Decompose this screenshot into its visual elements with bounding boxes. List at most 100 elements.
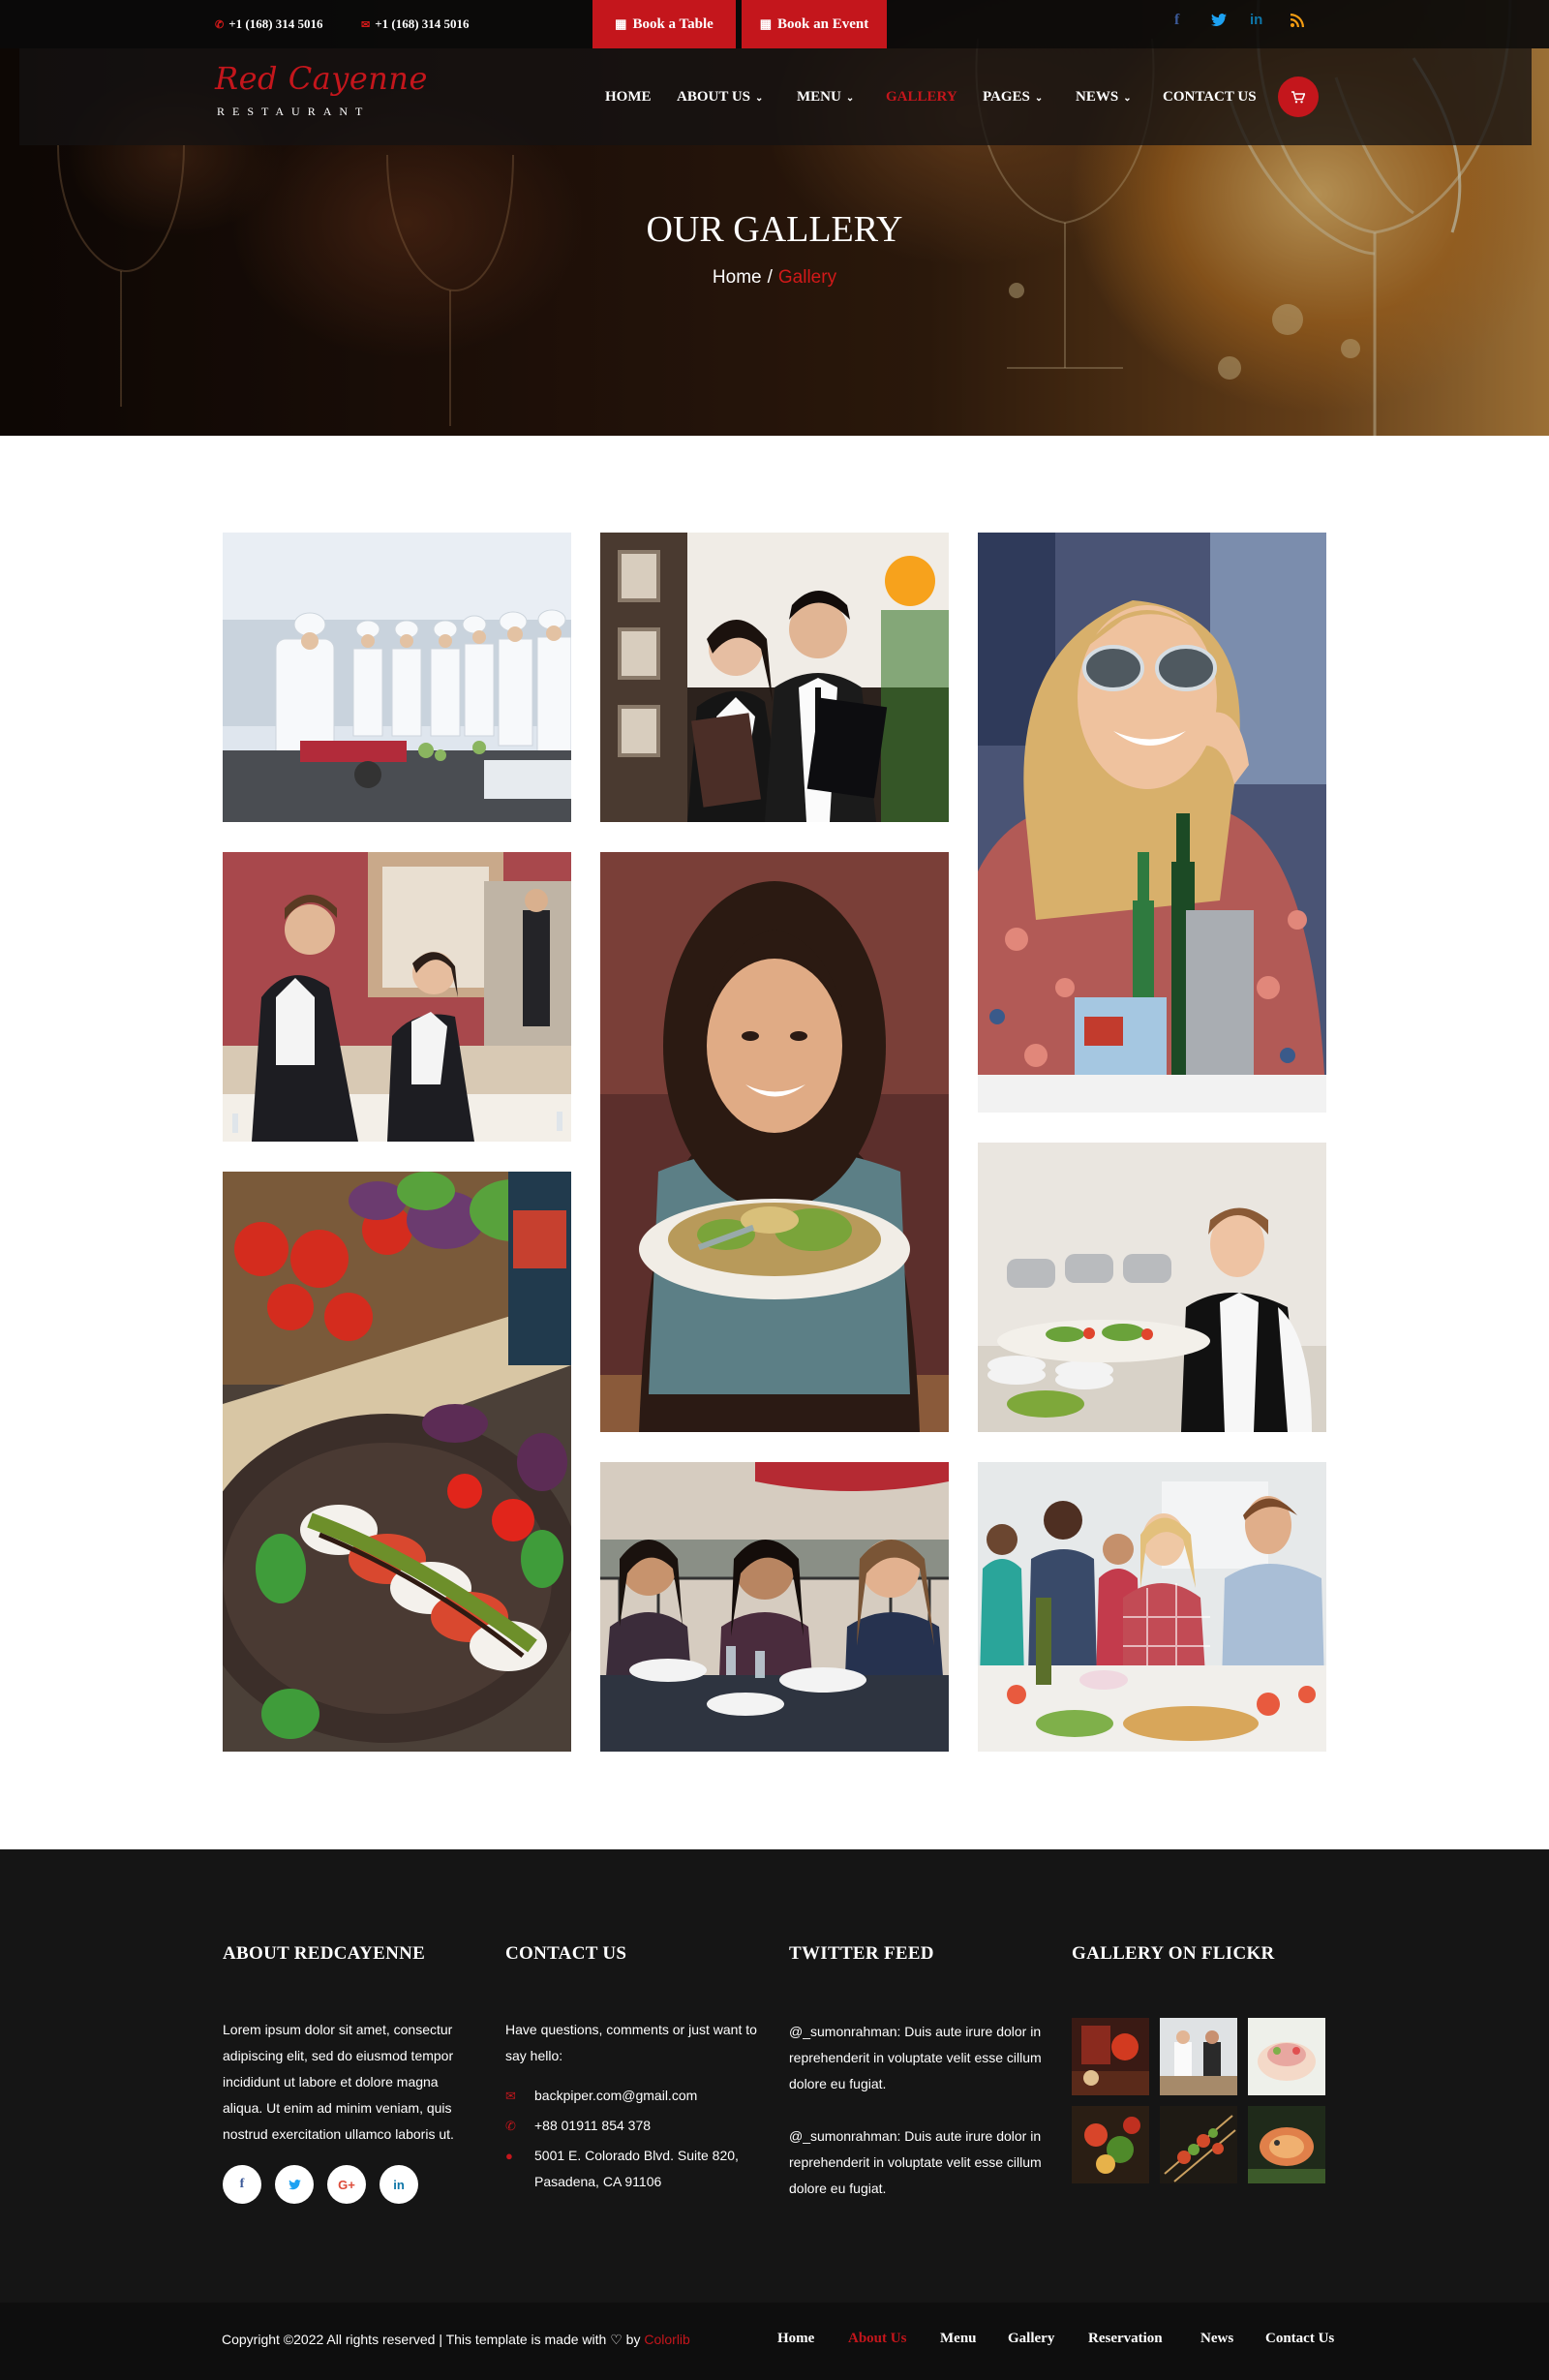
linkedin-icon[interactable]: in [1250,12,1262,28]
nav-item-menu[interactable]: MENU ⌄ [797,89,854,106]
flickr-thumbnail[interactable] [1248,2018,1325,2095]
map-pin-icon: ● [505,2149,513,2163]
chevron-down-icon: ⌄ [1123,93,1132,104]
main-navbar: Red Cayenne RESTAURANT HOME ABOUT US ⌄ ME… [19,48,1532,145]
book-event-label: Book an Event [777,15,869,32]
flickr-thumbnail[interactable] [1160,2018,1237,2095]
gallery-photo [223,533,571,822]
google-plus-icon[interactable]: G+ [327,2165,366,2204]
gallery-image-waiters-setting[interactable] [223,852,571,1142]
gallery-photo [978,533,1326,1113]
footer-flickr-heading: GALLERY ON FLICKR [1072,1943,1275,1964]
gallery-image-woman-plate[interactable] [600,852,949,1432]
footer-contact-heading: CONTACT US [505,1943,627,1964]
calendar-icon: ▦ [759,16,773,31]
book-table-button[interactable]: ▦ Book a Table [592,0,736,48]
nav-label: CONTACT US [1163,89,1257,105]
bottom-nav-home[interactable]: Home [777,2331,814,2347]
envelope-icon: ✉ [361,19,371,31]
chevron-down-icon: ⌄ [1034,93,1044,104]
tweet: @_sumonrahman: Duis aute irure dolor in … [789,2128,1042,2196]
gallery-image-chefs-class[interactable] [223,533,571,822]
heart-icon: ♡ [610,2332,623,2347]
bottom-nav-reservation[interactable]: Reservation [1088,2331,1163,2347]
calendar-icon: ▦ [615,16,627,31]
nav-item-news[interactable]: NEWS ⌄ [1076,89,1132,106]
logo-subtitle: RESTAURANT [217,105,371,118]
breadcrumb: Home / Gallery [0,267,1549,289]
copyright: Copyright ©2022 All rights reserved | Th… [222,2332,690,2348]
gallery-photo [978,1462,1326,1752]
breadcrumb-separator: / [767,267,773,288]
contact-phone: +88 01911 854 378 [534,2118,652,2133]
bottom-nav-about-us[interactable]: About Us [848,2331,906,2347]
phone-icon: ✆ [505,2119,516,2133]
linkedin-icon[interactable]: in [380,2165,418,2204]
flickr-thumbnail[interactable] [1160,2106,1237,2183]
facebook-icon[interactable]: f [1174,12,1179,29]
logo-script[interactable]: Red Cayenne [215,60,428,97]
nav-label: PAGES [983,89,1030,105]
rss-icon[interactable] [1291,14,1304,32]
gallery-image-friends-cooking[interactable] [978,1462,1326,1752]
envelope-icon: ✉ [505,2089,516,2103]
gallery-photo [600,1462,949,1752]
facebook-icon[interactable]: f [223,2165,261,2204]
footer-about-heading: ABOUT REDCAYENNE [223,1943,426,1964]
footer-twitter-heading: TWITTER FEED [789,1943,934,1964]
phone-contact-1[interactable]: ✆ +1 (168) 314 5016 [215,16,323,32]
footer-about-text: Lorem ipsum dolor sit amet, consectur ad… [223,2022,454,2142]
nav-label: MENU [797,89,841,105]
nav-label: ABOUT US [677,89,750,105]
book-event-button[interactable]: ▦ Book an Event [742,0,887,48]
nav-item-gallery[interactable]: GALLERY [886,89,957,106]
top-bar: ✆ +1 (168) 314 5016 ✉ +1 (168) 314 5016 ▦ B… [0,0,1549,48]
phone-icon: ✆ [215,19,225,31]
page-title: OUR GALLERY [646,209,903,250]
nav-item-home[interactable]: HOME [605,89,652,106]
cart-button[interactable] [1278,76,1319,117]
nav-label: NEWS [1076,89,1119,105]
footer-contact-intro: Have questions, comments or just want to… [505,2022,757,2063]
phone-number-1: +1 (168) 314 5016 [228,16,323,31]
gallery-image-woman-sunglasses[interactable] [978,533,1326,1113]
bottom-nav-contact-us[interactable]: Contact Us [1265,2331,1334,2347]
copyright-brand-link[interactable]: Colorlib [644,2332,689,2347]
gallery-photo [600,533,949,822]
gallery-image-waiters-menus[interactable] [600,533,949,822]
phone-number-2: +1 (168) 314 5016 [375,16,470,31]
copyright-text: Copyright ©2022 All rights reserved | Th… [222,2332,607,2347]
bottom-nav-news[interactable]: News [1200,2331,1233,2347]
gallery-photo [223,1172,571,1752]
gallery-photo [600,852,949,1432]
bottom-nav-menu[interactable]: Menu [940,2331,977,2347]
contact-email: backpiper.com@gmail.com [534,2088,698,2103]
contact-address-line2: Pasadena, CA 91106 [534,2174,662,2189]
breadcrumb-home[interactable]: Home [713,267,762,288]
nav-item-pages[interactable]: PAGES ⌄ [983,89,1043,106]
book-table-label: Book a Table [632,15,714,32]
breadcrumb-current: Gallery [777,267,837,288]
bottom-nav-gallery[interactable]: Gallery [1008,2331,1054,2347]
phone-contact-2[interactable]: ✉ +1 (168) 314 5016 [361,16,470,32]
gallery-photo [978,1143,1326,1432]
nav-label: GALLERY [886,89,957,105]
gallery-image-friends-dining[interactable] [600,1462,949,1752]
cart-icon [1291,90,1305,103]
gallery-image-caprese[interactable] [223,1172,571,1752]
nav-label: HOME [605,89,652,105]
twitter-icon[interactable] [275,2165,314,2204]
gallery-image-waitress-buffet[interactable] [978,1143,1326,1432]
contact-address-line1: 5001 E. Colorado Blvd. Suite 820, [534,2148,739,2163]
flickr-thumbnail[interactable] [1248,2106,1325,2183]
chevron-down-icon: ⌄ [755,93,764,104]
nav-item-about-us[interactable]: ABOUT US ⌄ [677,89,763,106]
copyright-by: by [625,2332,641,2347]
flickr-thumbnail[interactable] [1072,2018,1149,2095]
nav-item-contact-us[interactable]: CONTACT US [1163,89,1257,106]
twitter-icon[interactable] [1211,14,1227,32]
tweet: @_sumonrahman: Duis aute irure dolor in … [789,2024,1042,2091]
gallery-photo [223,852,571,1142]
flickr-thumbnail[interactable] [1072,2106,1149,2183]
chevron-down-icon: ⌄ [845,93,855,104]
